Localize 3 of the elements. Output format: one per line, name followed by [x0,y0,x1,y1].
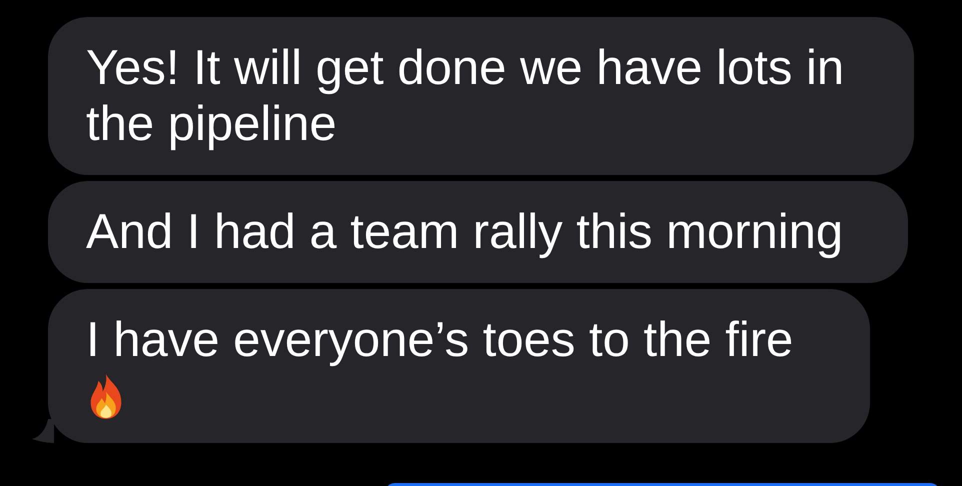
message-text: I have everyone’s toes to the fire [86,312,794,368]
message-text: And I had a team rally this morning [86,204,844,260]
message-text: Yes! It will get done we have lots in the pipeline [86,40,846,152]
